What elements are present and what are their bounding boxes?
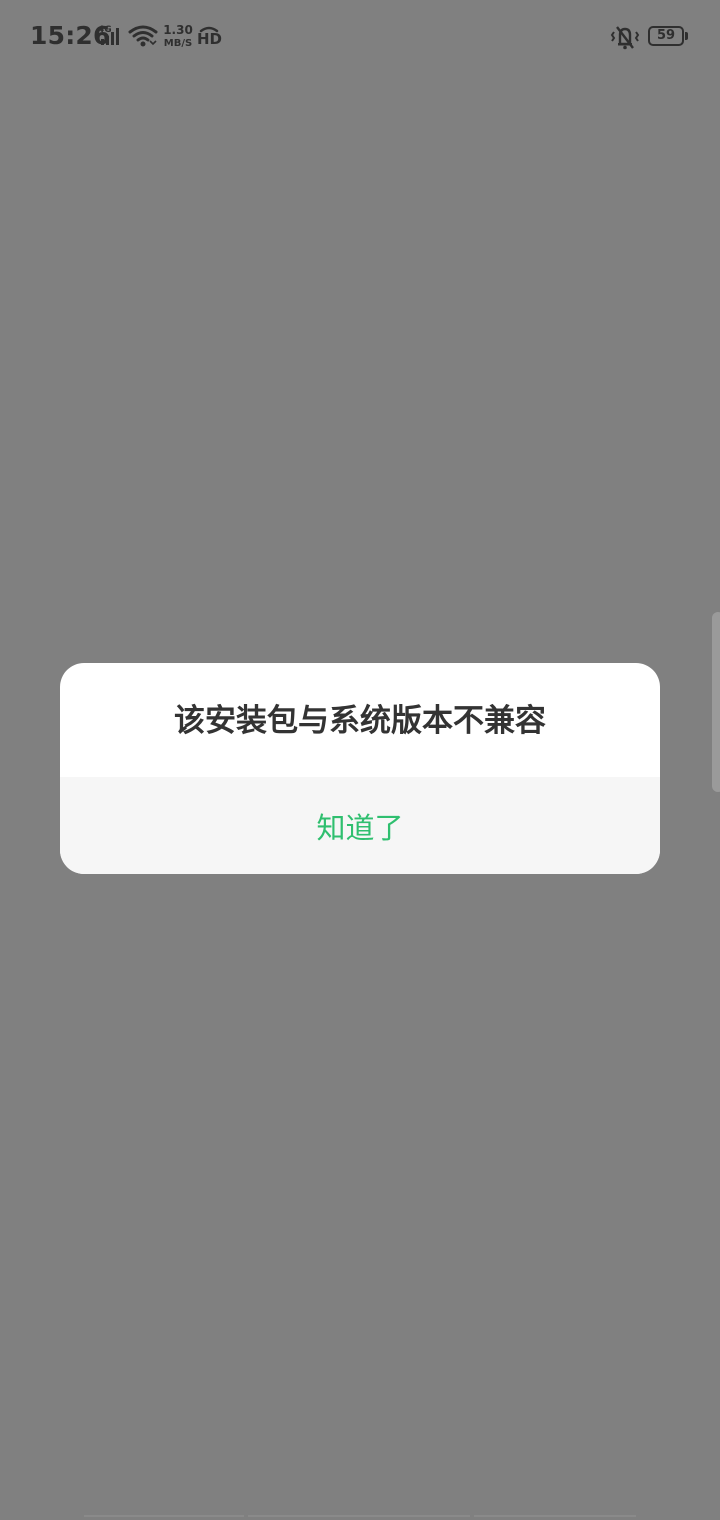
bottom-divider xyxy=(84,1515,244,1517)
battery-tip-icon xyxy=(685,32,688,40)
dialog-confirm-button[interactable]: 知道了 xyxy=(60,777,660,874)
hd-label: HD xyxy=(197,30,223,48)
vibrate-icon xyxy=(610,26,640,50)
battery-indicator: 59 xyxy=(648,26,684,46)
dialog-message: 该安装包与系统版本不兼容 xyxy=(174,702,546,739)
network-speed: 1.30 MB/S xyxy=(161,24,195,50)
network-speed-unit: MB/S xyxy=(163,38,193,49)
edge-panel-handle[interactable] xyxy=(712,612,720,792)
cellular-signal-icon xyxy=(101,28,119,45)
status-bar: 15:26 4G 1.30 MB/S HD 59 xyxy=(0,0,720,76)
bottom-divider xyxy=(474,1515,636,1517)
battery-level: 59 xyxy=(656,28,676,43)
incompatible-package-dialog: 该安装包与系统版本不兼容 知道了 xyxy=(60,663,660,874)
network-speed-value: 1.30 xyxy=(163,23,193,37)
bottom-divider xyxy=(248,1515,470,1517)
wifi-icon xyxy=(128,25,158,47)
